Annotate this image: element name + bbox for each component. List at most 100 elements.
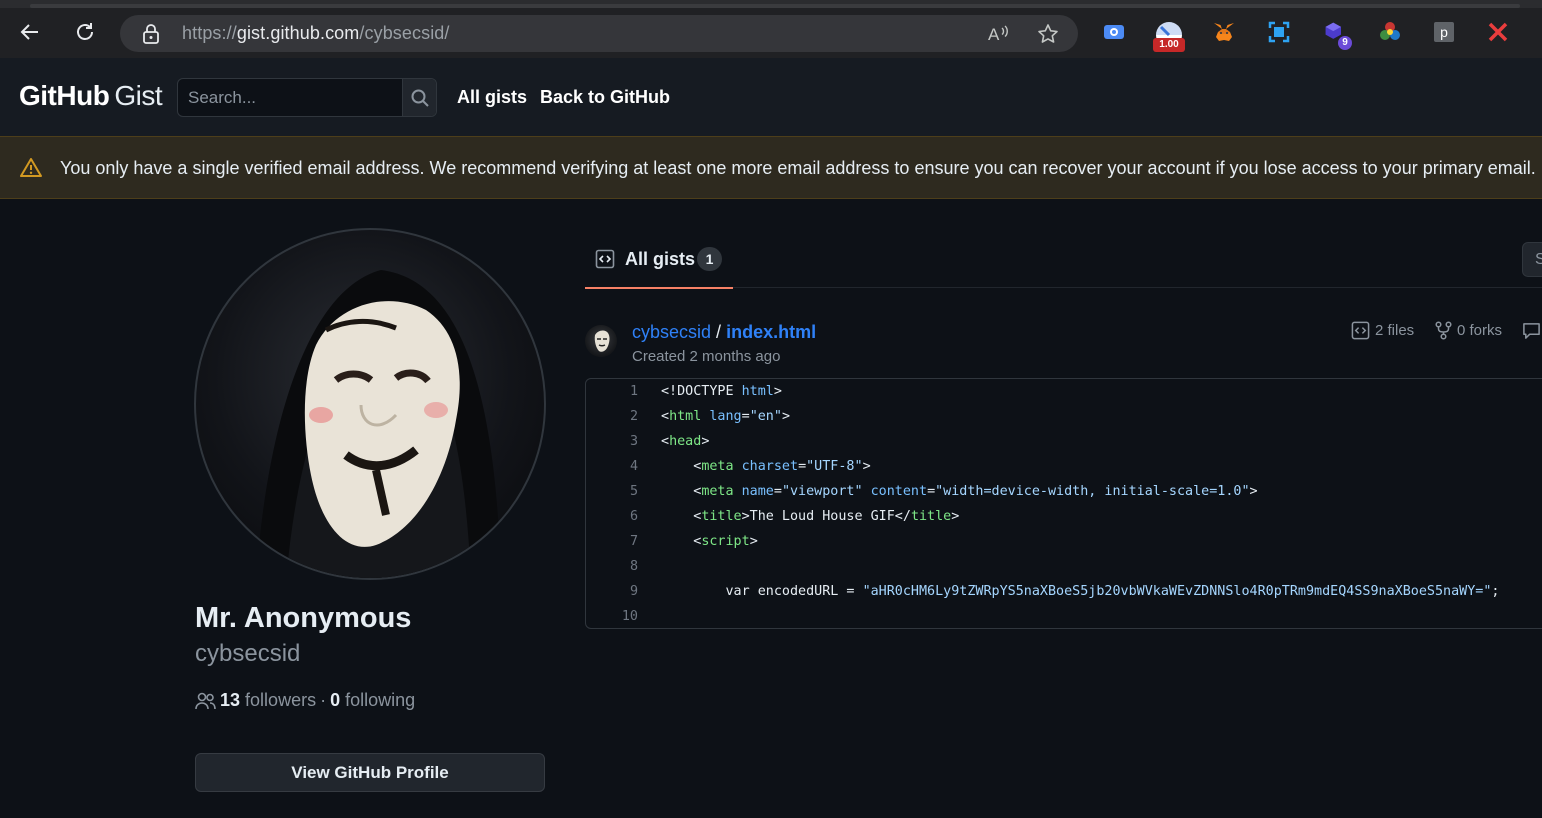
stats-separator: · [320,690,327,710]
profile-name: Mr. Anonymous [195,602,412,634]
code-line: 8 [586,554,1542,579]
close-icon [1488,22,1508,42]
shapes-badge: 9 [1338,36,1352,50]
code-text: <title>The Loud House GIF</title> [693,509,960,524]
profile-login: cybsecsid [195,640,301,667]
search-input[interactable] [178,79,402,116]
code-text: <script> [693,534,758,549]
line-number: 6 [629,509,638,524]
masked-figure-avatar-icon [594,330,610,352]
code-line: 2 <html lang="en"> [586,404,1542,429]
star-icon[interactable] [1036,22,1060,46]
code-line: 6 <title>The Loud House GIF</title> [586,504,1542,529]
people-icon [195,692,216,709]
following-link[interactable]: 0 following [330,690,415,711]
gist-files-link[interactable]: 2 files [1351,321,1414,340]
email-warning-banner: You only have a single verified email ad… [0,136,1542,199]
warning-icon [20,158,42,177]
gist-created-date: Created 2 months ago [632,348,781,365]
github-gist-logo[interactable]: GitHub Gist [19,80,163,112]
code-line: 4 <meta charset="UTF-8"> [586,454,1542,479]
address-bar[interactable]: https://gist.github.com/cybsecsid/ A [120,15,1078,52]
tab-all-gists[interactable]: All gists 1 [585,240,733,289]
code-text: <head> [661,434,710,449]
tab-strip [0,0,1542,8]
line-number: 2 [629,409,638,424]
code-square-icon [595,249,615,269]
line-number: 7 [629,534,638,549]
gist-code-preview[interactable]: 1 <!DOCTYPE html> 2 <html lang="en"> 3 <head>… [585,378,1542,629]
lock-icon [143,24,159,44]
code-line: 9 var encodedURL = "aHR0cHM6Ly9tZWRpYS5n… [586,579,1542,604]
nav-all-gists[interactable]: All gists [457,87,527,108]
svg-text:A: A [988,25,1000,44]
follow-stats: 13 followers · 0 following [195,690,415,711]
extension-metamask[interactable] [1212,20,1236,44]
warning-message: You only have a single verified email ad… [60,158,1536,178]
crop-frame-icon [1268,21,1290,43]
read-aloud-icon[interactable]: A [986,22,1010,46]
gist-header: GitHubGist All gists Back to GitHub [0,58,1542,136]
gist-title: cybsecsid / index.html [632,322,816,343]
followers-count: 13 [220,690,241,710]
code-text: <meta name="viewport" content="width=dev… [693,484,1258,499]
extension-shapes[interactable]: 9 [1323,20,1352,50]
url-text: https://gist.github.com/cybsecsid/ [182,23,450,44]
code-square-icon [1351,321,1370,340]
code-line: 7 <script> [586,529,1542,554]
gist-title-separator: / [716,322,722,342]
camera-icon [1104,25,1124,39]
sort-button[interactable]: S [1522,242,1542,277]
reload-button[interactable] [71,18,99,46]
gist-forks-link[interactable]: 0 forks [1435,321,1502,340]
code-text: <meta charset="UTF-8"> [693,459,871,474]
followers-label: followers [245,690,317,710]
p-letter-icon: p [1434,22,1454,42]
extension-color-picker[interactable] [1378,20,1402,44]
tab-strip-edge [30,4,1520,8]
gist-files-count: 2 files [1375,322,1415,339]
followers-link[interactable]: 13 followers [220,690,316,711]
back-button[interactable] [16,18,44,46]
search-box [177,78,437,117]
gist-comments-link[interactable] [1522,321,1542,340]
reload-icon [77,23,93,40]
following-count: 0 [330,690,341,710]
url-scheme: https:// [182,23,237,43]
logo-gist-text: Gist [114,80,163,111]
comment-icon [1523,323,1540,339]
extension-speed[interactable]: 1.00 [1153,16,1185,52]
url-host: gist.github.com [236,23,360,43]
gist-owner-link[interactable]: cybsecsid [632,322,711,342]
tab-all-gists-label: All gists [625,249,696,269]
line-number: 1 [629,384,638,399]
code-line: 3 <head> [586,429,1542,454]
nav-back-to-github[interactable]: Back to GitHub [540,87,670,108]
extension-screenshot[interactable] [1267,20,1291,44]
extension-p[interactable]: p [1432,20,1456,44]
logo-github-text: GitHub [19,80,110,111]
browser-toolbar: https://gist.github.com/cybsecsid/ A 1.0… [0,0,1542,58]
code-line: 5 <meta name="viewport" content="width=d… [586,479,1542,504]
line-number: 4 [629,459,638,474]
masked-figure-avatar-image [256,270,501,578]
fork-icon [1435,321,1452,340]
line-number: 3 [629,434,638,449]
url-path: /cybsecsid/ [359,23,450,43]
line-number: 10 [621,609,638,624]
gist-filename-link[interactable]: index.html [726,322,816,342]
search-button[interactable] [402,79,436,116]
speed-badge: 1.00 [1153,38,1185,52]
profile-avatar[interactable] [194,228,546,580]
following-label: following [345,690,416,710]
color-wheel-icon [1380,22,1400,40]
extension-screen-capture[interactable] [1102,20,1126,44]
code-text: <html lang="en"> [661,409,790,424]
code-text: <!DOCTYPE html> [661,384,782,399]
arrow-left-icon [20,24,38,40]
gist-owner-avatar[interactable] [585,325,617,357]
code-text: var encodedURL = "aHR0cHM6Ly9tZWRpYS5naX… [725,584,1500,599]
close-extension-button[interactable] [1486,20,1510,44]
search-icon [411,89,429,107]
view-github-profile-button[interactable]: View GitHub Profile [195,753,545,792]
